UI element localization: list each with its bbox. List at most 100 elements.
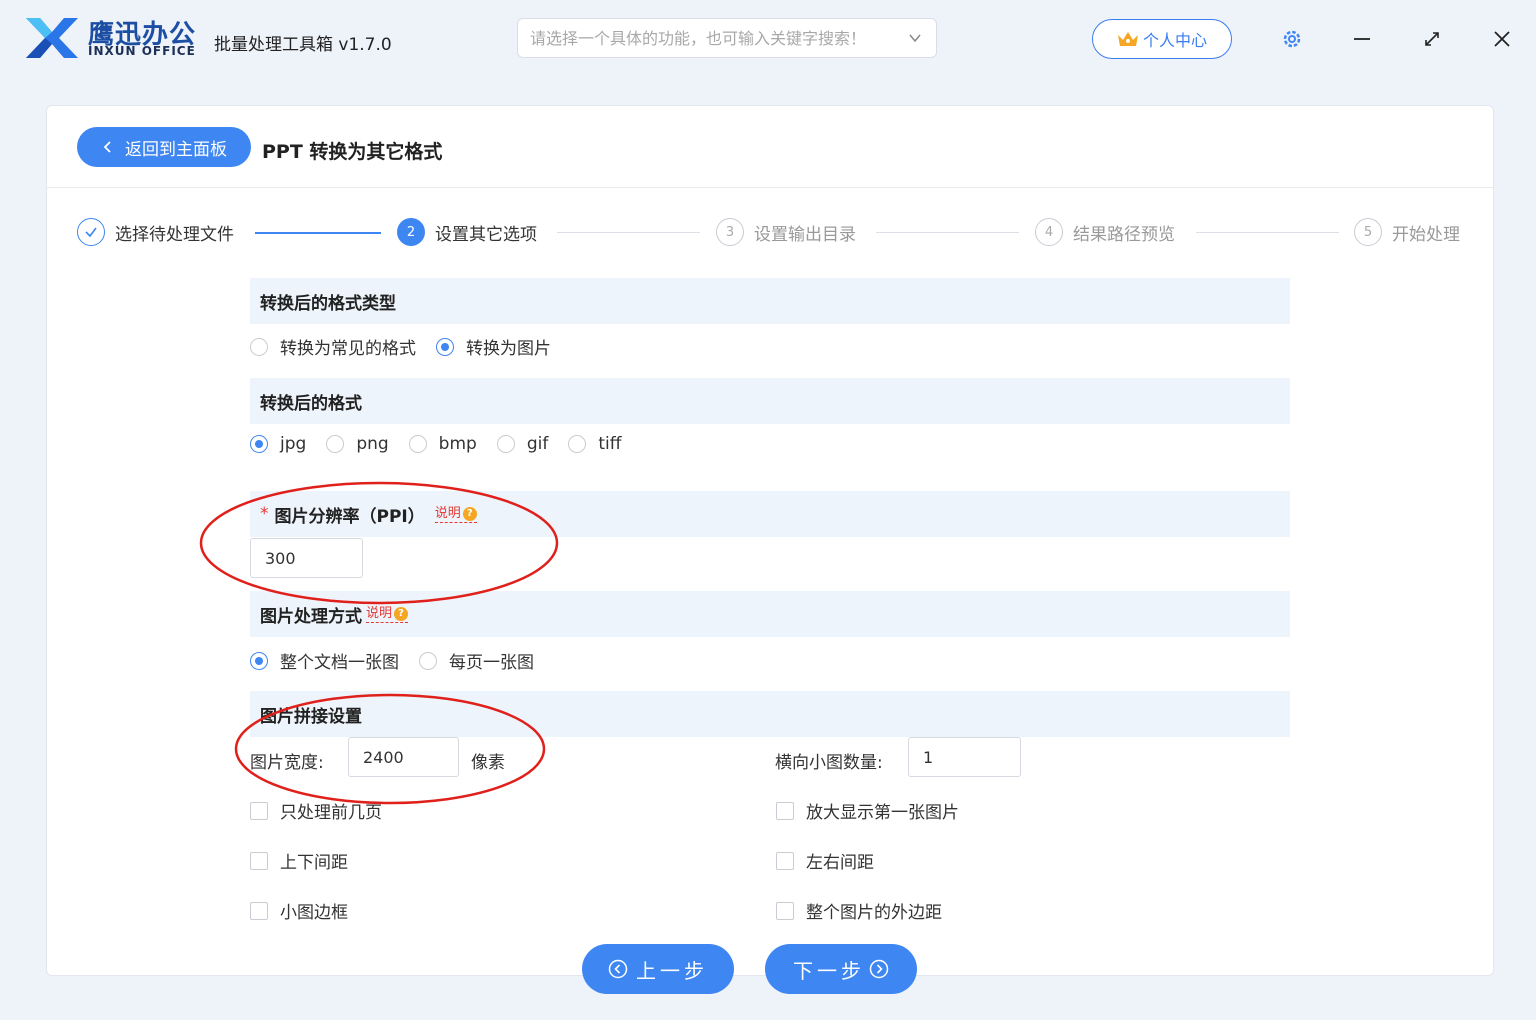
next-step-button[interactable]: 下一步 [765,944,917,994]
section-title: 图片分辨率（PPI） [274,506,425,527]
brand-name-en: INXUN OFFICE [88,44,196,58]
radio-dot[interactable] [250,651,268,670]
chevron-down-icon[interactable] [908,31,922,45]
radio-common-format[interactable]: 转换为常见的格式 [250,334,416,359]
inxun-logo-icon [26,18,78,58]
radio-to-image[interactable]: 转换为图片 [436,334,551,359]
radio-dot[interactable] [408,435,427,453]
step-connector [876,232,1019,233]
radio-gif[interactable]: gif [496,434,549,454]
next-step-label: 下一步 [793,958,865,983]
checkbox-box[interactable] [250,851,268,870]
question-icon: ? [394,606,409,621]
section-processing: 图片处理方式 说明 ? [250,591,1290,637]
step-label: 设置其它选项 [435,224,537,245]
step-number: 2 [397,218,425,246]
checkbox-box[interactable] [776,801,794,820]
page-title: PPT 转换为其它格式 [262,141,443,163]
section-stitching: 图片拼接设置 [250,691,1290,737]
step-connector [1196,232,1339,233]
image-width-input[interactable] [348,737,459,777]
section-format: 转换后的格式 [250,378,1290,424]
expand-icon[interactable] [1421,28,1443,50]
checkbox-box[interactable] [250,801,268,820]
divider [47,187,1493,188]
help-label: 说明 [366,605,393,621]
radio-label: 转换为常见的格式 [280,339,416,359]
radio-label: gif [526,434,549,454]
checkbox-box[interactable] [776,901,794,920]
app-title: 批量处理工具箱 v1.7.0 [214,35,392,55]
radio-dot[interactable] [326,435,345,453]
checkbox-label: 整个图片的外边距 [806,903,942,923]
step-number: 4 [1035,218,1063,246]
checkbox-outer-margin[interactable]: 整个图片的外边距 [776,898,942,923]
step-label: 结果路径预览 [1073,224,1175,245]
radio-per-page[interactable]: 每页一张图 [419,648,534,673]
help-label: 说明 [434,505,461,521]
radio-label: png [356,434,389,454]
radio-label: 整个文档一张图 [280,653,399,673]
resolution-input[interactable] [250,538,363,578]
radio-dot[interactable] [419,651,437,670]
checkbox-box[interactable] [250,901,268,920]
checkbox-label: 只处理前几页 [280,803,382,823]
horizontal-count-label: 横向小图数量: [775,753,883,773]
section-title: 图片拼接设置 [260,706,362,727]
checkbox-horizontal-spacing[interactable]: 左右间距 [776,848,874,873]
checkbox-thumb-border[interactable]: 小图边框 [250,898,348,923]
gear-icon[interactable] [1281,28,1303,50]
circle-chevron-left-icon [608,959,628,979]
function-search[interactable] [517,18,937,58]
radio-dot[interactable] [250,435,268,453]
radio-label: bmp [438,434,477,454]
radio-png[interactable]: png [326,434,389,454]
radio-dot[interactable] [436,337,454,356]
question-icon: ? [462,506,477,521]
step-connector [255,232,381,234]
step-start: 5 开始处理 [1354,218,1460,246]
prev-step-label: 上一步 [636,958,708,983]
help-link[interactable]: 说明 ? [434,505,477,523]
section-resolution: * 图片分辨率（PPI） 说明 ? [250,491,1290,537]
radio-jpg[interactable]: jpg [250,434,306,454]
radio-label: jpg [280,434,307,454]
title-bar: 鹰迅办公 INXUN OFFICE 批量处理工具箱 v1.7.0 个人中心 [0,0,1536,78]
radio-dot[interactable] [250,337,268,356]
check-icon [77,218,105,246]
checkbox-label: 左右间距 [806,853,874,873]
processing-options: 整个文档一张图 每页一张图 [250,648,554,673]
main-panel: 返回到主面板 PPT 转换为其它格式 选择待处理文件 2 设置其它选项 3 设置… [46,105,1494,976]
user-center-button[interactable]: 个人中心 [1092,19,1232,59]
step-label: 选择待处理文件 [115,224,234,245]
help-link[interactable]: 说明 ? [366,605,409,623]
checkbox-vertical-spacing[interactable]: 上下间距 [250,848,348,873]
radio-whole-document[interactable]: 整个文档一张图 [250,648,399,673]
checkbox-enlarge-first[interactable]: 放大显示第一张图片 [776,798,959,823]
checkbox-box[interactable] [776,851,794,870]
radio-dot[interactable] [568,435,587,453]
prev-step-button[interactable]: 上一步 [582,944,734,994]
section-title: 图片处理方式 [260,606,362,627]
radio-bmp[interactable]: bmp [408,434,477,454]
radio-dot[interactable] [496,435,515,453]
checkbox-label: 上下间距 [280,853,348,873]
step-label: 设置输出目录 [754,224,856,245]
checkbox-label: 小图边框 [280,903,348,923]
checkbox-first-pages[interactable]: 只处理前几页 [250,798,382,823]
step-output-dir: 3 设置输出目录 [716,218,856,246]
radio-tiff[interactable]: tiff [568,434,621,454]
minimize-icon[interactable] [1351,28,1373,50]
circle-chevron-right-icon [869,959,889,979]
back-to-home-button[interactable]: 返回到主面板 [77,127,251,167]
section-format-type: 转换后的格式类型 [250,278,1290,324]
search-input[interactable] [530,19,900,57]
crown-icon [1117,32,1138,46]
image-width-label: 图片宽度: [250,753,324,773]
section-title: 转换后的格式 [260,393,362,414]
horizontal-count-input[interactable] [908,737,1021,777]
format-options: jpg png bmp gif tiff [250,434,641,454]
section-title: 转换后的格式类型 [260,293,396,314]
step-other-options: 2 设置其它选项 [397,218,537,246]
close-icon[interactable] [1491,28,1513,50]
